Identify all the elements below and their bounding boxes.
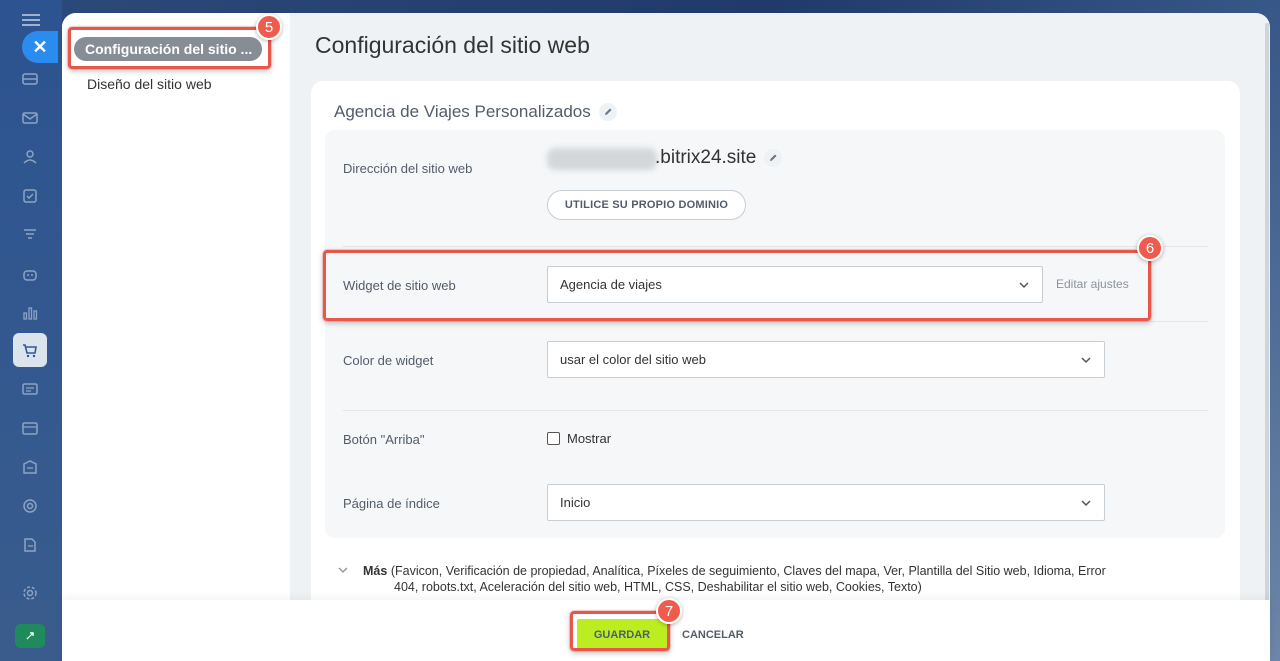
index-page-label: Página de índice	[343, 496, 440, 511]
callout-step5	[68, 27, 271, 69]
more-settings-toggle[interactable]: Más (Favicon, Verificación de propiedad,…	[338, 563, 1198, 595]
more-list-1: (Favicon, Verificación de propiedad, Ana…	[390, 564, 1106, 578]
address-subdomain-blurred	[547, 148, 657, 170]
address-domain-text: .bitrix24.site	[655, 147, 757, 168]
divider	[343, 410, 1208, 411]
chevron-down-icon	[1081, 500, 1091, 507]
divider	[343, 321, 1208, 322]
address-value: .bitrix24.site	[655, 147, 783, 169]
app-rail-icons	[0, 0, 60, 661]
more-settings-line1: Más (Favicon, Verificación de propiedad,…	[338, 563, 1198, 579]
callout-step7	[570, 611, 670, 651]
mail-icon[interactable]	[18, 106, 42, 130]
robot-icon[interactable]	[18, 262, 42, 286]
drive-icon[interactable]	[18, 67, 42, 91]
chevron-down-icon	[1081, 357, 1091, 364]
calendar-icon[interactable]	[18, 416, 42, 440]
tasks-icon[interactable]	[18, 184, 42, 208]
settings-form: Dirección del sitio web .bitrix24.site U…	[325, 130, 1225, 538]
divider	[343, 246, 1208, 247]
target-icon[interactable]	[18, 494, 42, 518]
edit-name-pencil-icon[interactable]	[598, 103, 617, 121]
show-top-button-label: Mostrar	[567, 431, 612, 446]
contacts-icon[interactable]	[18, 145, 42, 169]
chevron-down-icon	[338, 567, 348, 573]
rocket-icon[interactable]	[15, 624, 45, 648]
site-name: Agencia de Viajes Personalizados	[334, 102, 617, 122]
address-label: Dirección del sitio web	[343, 161, 473, 176]
scrollbar[interactable]	[1265, 23, 1269, 623]
more-label: Más	[363, 564, 388, 578]
analytics-icon[interactable]	[18, 301, 42, 325]
card-icon[interactable]	[18, 377, 42, 401]
sidebar-item-site-design[interactable]: Diseño del sitio web	[87, 76, 212, 92]
settings-sidebar: Configuración del sitio ... Diseño del s…	[62, 13, 290, 613]
show-top-button-checkbox-row[interactable]: Mostrar	[547, 431, 611, 446]
widget-color-select[interactable]: usar el color del sitio web	[547, 341, 1105, 378]
site-name-text: Agencia de Viajes Personalizados	[334, 102, 591, 121]
top-button-label: Botón "Arriba"	[343, 432, 425, 447]
close-icon[interactable]: ✕	[22, 31, 58, 63]
settings-card: Agencia de Viajes Personalizados Direcci…	[311, 81, 1240, 621]
index-page-select[interactable]: Inicio	[547, 484, 1105, 521]
more-list-2: 404, robots.txt, Aceleración del sitio w…	[394, 580, 922, 594]
step7-badge: 7	[656, 598, 682, 624]
settings-icon[interactable]	[18, 581, 42, 605]
step6-badge: 6	[1137, 235, 1163, 261]
document-edit-icon[interactable]	[18, 533, 42, 557]
cancel-button[interactable]: CANCELAR	[682, 619, 744, 651]
index-page-value: Inicio	[560, 495, 591, 510]
funnel-icon[interactable]	[18, 223, 42, 247]
settings-panel: Configuración del sitio ... Diseño del s…	[62, 13, 1270, 661]
widget-color-value: usar el color del sitio web	[560, 352, 706, 367]
own-domain-button[interactable]: UTILICE SU PROPIO DOMINIO	[547, 190, 746, 220]
show-top-button-checkbox[interactable]	[547, 432, 560, 445]
building-icon[interactable]	[18, 455, 42, 479]
shop-icon[interactable]	[18, 338, 42, 362]
callout-step6	[323, 250, 1151, 321]
page-title: Configuración del sitio web	[315, 32, 590, 58]
widget-color-label: Color de widget	[343, 353, 434, 368]
edit-address-pencil-icon[interactable]	[764, 149, 783, 167]
step5-badge: 5	[256, 14, 282, 40]
